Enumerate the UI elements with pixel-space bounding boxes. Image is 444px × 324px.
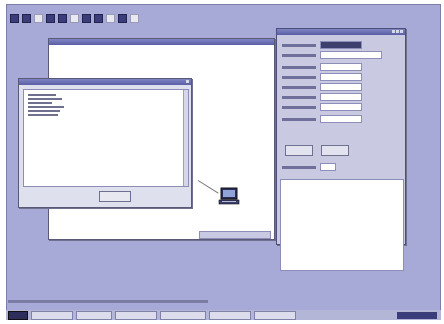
property-row <box>282 93 362 101</box>
property-label <box>282 117 316 121</box>
computer-icon[interactable] <box>218 186 240 206</box>
menu-item[interactable] <box>26 6 38 10</box>
property-row <box>282 115 362 123</box>
toolbar <box>10 14 139 23</box>
message-dialog[interactable] <box>18 78 192 208</box>
menubar <box>10 6 73 12</box>
property-field[interactable] <box>320 73 362 81</box>
taskbar-item[interactable] <box>254 310 296 320</box>
taskbar-item[interactable] <box>209 310 251 320</box>
menu-item[interactable] <box>64 6 73 10</box>
message-line <box>28 106 64 108</box>
apply-button[interactable] <box>285 145 313 156</box>
property-field[interactable] <box>320 41 362 49</box>
window-buttons <box>392 30 403 33</box>
property-field[interactable] <box>320 103 362 111</box>
message-body <box>23 89 189 187</box>
window-buttons <box>186 80 189 83</box>
menu-item[interactable] <box>44 6 58 10</box>
maximize-icon[interactable] <box>396 30 399 33</box>
property-row <box>282 103 362 111</box>
close-icon[interactable] <box>186 80 189 83</box>
property-field[interactable] <box>320 115 362 123</box>
property-label <box>282 95 316 99</box>
properties-list[interactable] <box>280 179 404 271</box>
message-line <box>28 114 58 116</box>
property-label <box>282 65 316 69</box>
property-field[interactable] <box>320 163 336 171</box>
tool-icon[interactable] <box>82 14 91 23</box>
minimize-icon[interactable] <box>392 30 395 33</box>
message-line <box>28 102 52 104</box>
taskbar-item[interactable] <box>31 310 73 320</box>
property-row <box>282 83 362 91</box>
status-text <box>8 300 208 303</box>
tool-icon[interactable] <box>130 14 139 23</box>
message-line <box>28 110 60 112</box>
message-line <box>28 94 56 96</box>
property-label <box>282 105 316 109</box>
message-line <box>28 98 62 100</box>
tool-icon[interactable] <box>46 14 55 23</box>
dialog-titlebar[interactable] <box>19 79 191 85</box>
cancel-button[interactable] <box>321 145 349 156</box>
taskbar-item[interactable] <box>76 310 112 320</box>
property-row <box>282 51 382 59</box>
property-label <box>282 85 316 89</box>
tool-icon[interactable] <box>10 14 19 23</box>
taskbar-item[interactable] <box>160 310 206 320</box>
message-lines <box>28 94 64 116</box>
start-button[interactable] <box>8 310 28 320</box>
taskbar-item[interactable] <box>115 310 157 320</box>
taskbar <box>6 310 441 320</box>
scrollbar[interactable] <box>183 90 188 186</box>
property-label <box>282 165 316 169</box>
tool-icon[interactable] <box>22 14 31 23</box>
properties-panel[interactable] <box>276 28 406 271</box>
tool-icon[interactable] <box>94 14 103 23</box>
close-icon[interactable] <box>400 30 403 33</box>
system-tray[interactable] <box>397 311 437 319</box>
tool-icon[interactable] <box>34 14 43 23</box>
canvas-footer <box>199 231 271 239</box>
property-row <box>282 163 336 171</box>
property-field[interactable] <box>320 51 382 59</box>
menu-item[interactable] <box>10 6 20 10</box>
tool-icon[interactable] <box>58 14 67 23</box>
tool-icon[interactable] <box>118 14 127 23</box>
tool-icon[interactable] <box>70 14 79 23</box>
property-row <box>282 73 362 81</box>
property-label <box>282 43 316 47</box>
property-field[interactable] <box>320 93 362 101</box>
property-label <box>282 53 316 57</box>
ok-button[interactable] <box>99 191 131 202</box>
property-label <box>282 75 316 79</box>
tool-icon[interactable] <box>106 14 115 23</box>
canvas-titlebar[interactable] <box>49 39 274 45</box>
properties-titlebar[interactable] <box>277 29 405 35</box>
property-field[interactable] <box>320 83 362 91</box>
property-row <box>282 63 362 71</box>
property-row <box>282 41 362 49</box>
property-field[interactable] <box>320 63 362 71</box>
